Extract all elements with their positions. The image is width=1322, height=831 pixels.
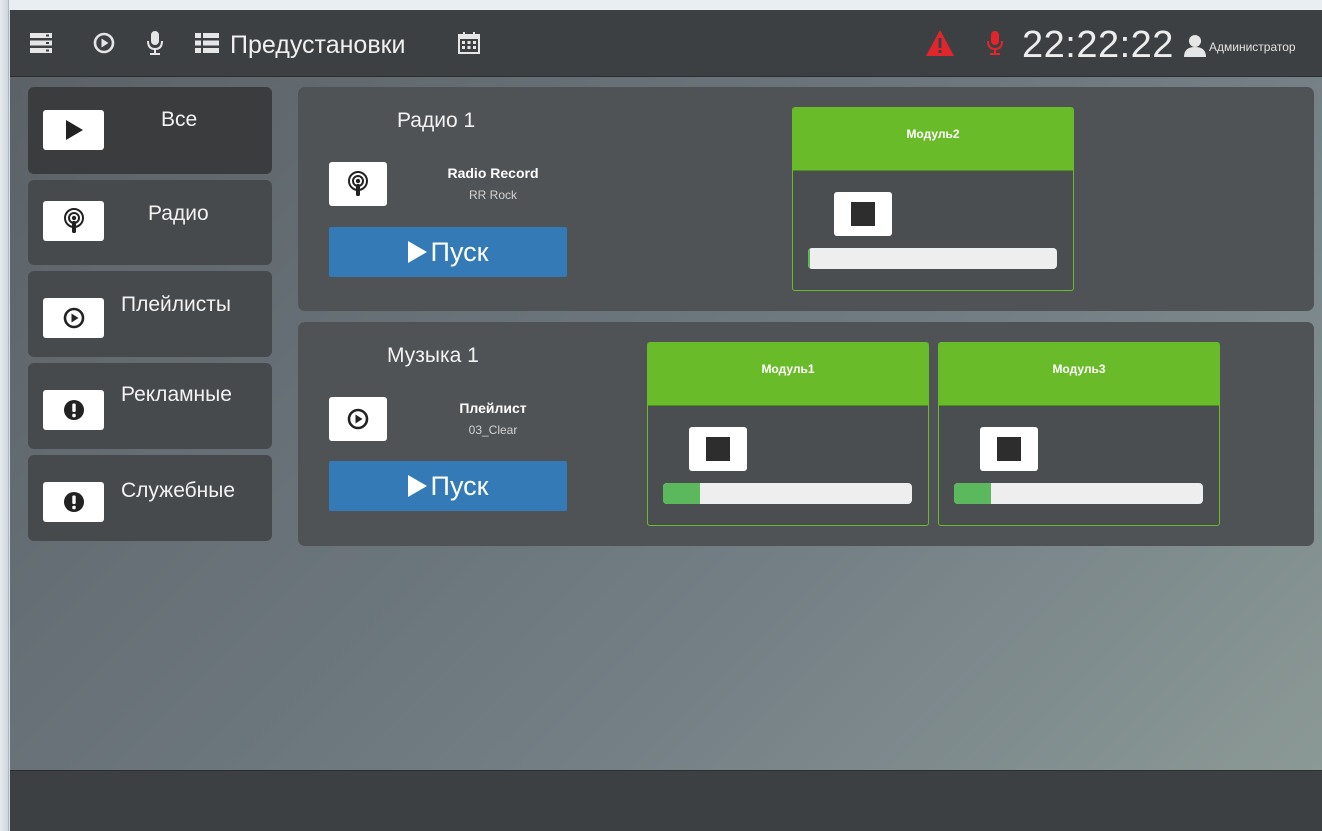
- play-circle-icon[interactable]: [90, 29, 118, 57]
- window-top-frame: [0, 0, 1322, 10]
- channel-panel-music: Музыка 1 Плейлист 03_Clear Пуск Модуль1 …: [298, 322, 1314, 546]
- warning-icon[interactable]: [925, 29, 955, 57]
- module-progress-bar: [954, 483, 1203, 504]
- module-progress-bar: [663, 483, 912, 504]
- podcast-icon[interactable]: [329, 162, 387, 206]
- sidebar-item-all[interactable]: Все: [28, 87, 272, 174]
- module-card: Модуль3: [938, 342, 1220, 526]
- stop-icon: [997, 437, 1021, 461]
- user-icon[interactable]: [1183, 32, 1207, 60]
- sidebar-item-label: Все: [161, 108, 198, 131]
- server-icon[interactable]: [27, 29, 55, 57]
- microphone-red-icon[interactable]: [981, 29, 1009, 57]
- sidebar-item-label: Плейлисты: [121, 293, 231, 316]
- progress-fill: [954, 483, 992, 504]
- exclamation-circle-icon[interactable]: [43, 482, 104, 522]
- module-name: Модуль2: [906, 127, 960, 141]
- source-subtitle: 03_Clear: [468, 423, 518, 437]
- start-button[interactable]: Пуск: [329, 461, 567, 511]
- bottom-bar: [10, 770, 1322, 831]
- sidebar-item-playlists[interactable]: Плейлисты: [28, 271, 272, 357]
- sidebar-item-ads[interactable]: Рекламные: [28, 363, 272, 449]
- start-button-label: Пуск: [430, 470, 489, 501]
- stop-button[interactable]: [689, 427, 747, 471]
- stop-button[interactable]: [980, 427, 1038, 471]
- progress-fill: [808, 248, 811, 269]
- exclamation-circle-icon[interactable]: [43, 390, 104, 430]
- calendar-icon[interactable]: [455, 29, 483, 57]
- module-progress-bar: [808, 248, 1057, 269]
- module-header: Модуль2: [793, 108, 1073, 171]
- panel-title: Радио 1: [397, 109, 476, 132]
- window-left-frame: [0, 0, 9, 831]
- module-card: Модуль1: [647, 342, 929, 526]
- play-circle-icon[interactable]: [43, 298, 104, 338]
- sidebar-item-label: Служебные: [121, 479, 236, 502]
- panel-title: Музыка 1: [387, 344, 479, 367]
- user-name[interactable]: Администратор: [1209, 40, 1296, 54]
- module-header: Модуль1: [648, 343, 928, 406]
- start-button[interactable]: Пуск: [329, 227, 567, 277]
- sidebar-item-service[interactable]: Служебные: [28, 455, 272, 541]
- presets-label[interactable]: Предустановки: [230, 31, 406, 60]
- play-icon[interactable]: [43, 110, 104, 150]
- clock: 22:22:22: [1022, 24, 1174, 66]
- list-icon[interactable]: [193, 29, 221, 57]
- module-name: Модуль1: [761, 362, 815, 376]
- source-subtitle: RR Rock: [468, 188, 517, 202]
- podcast-icon[interactable]: [43, 201, 104, 241]
- source-name: Плейлист: [459, 400, 527, 416]
- stop-button[interactable]: [834, 192, 892, 236]
- source-name: Radio Record: [447, 165, 539, 181]
- progress-fill: [663, 483, 701, 504]
- play-icon: [407, 241, 427, 263]
- channel-panel-radio: Радио 1 Radio Record RR Rock Пуск Модуль…: [298, 87, 1314, 311]
- start-button-label: Пуск: [430, 236, 489, 267]
- microphone-icon[interactable]: [141, 29, 169, 57]
- stop-icon: [706, 437, 730, 461]
- sidebar-item-label: Радио: [148, 202, 209, 225]
- module-card: Модуль2: [792, 107, 1074, 291]
- sidebar-item-label: Рекламные: [121, 383, 232, 406]
- top-bar: Предустановки 22:22:22 Администратор: [10, 10, 1322, 77]
- stop-icon: [851, 202, 875, 226]
- app-root: Предустановки 22:22:22 Администратор Все: [10, 10, 1322, 831]
- sidebar-item-radio[interactable]: Радио: [28, 180, 272, 265]
- module-header: Модуль3: [939, 343, 1219, 406]
- play-circle-icon[interactable]: [329, 397, 387, 441]
- module-name: Модуль3: [1052, 362, 1106, 376]
- play-icon: [407, 475, 427, 497]
